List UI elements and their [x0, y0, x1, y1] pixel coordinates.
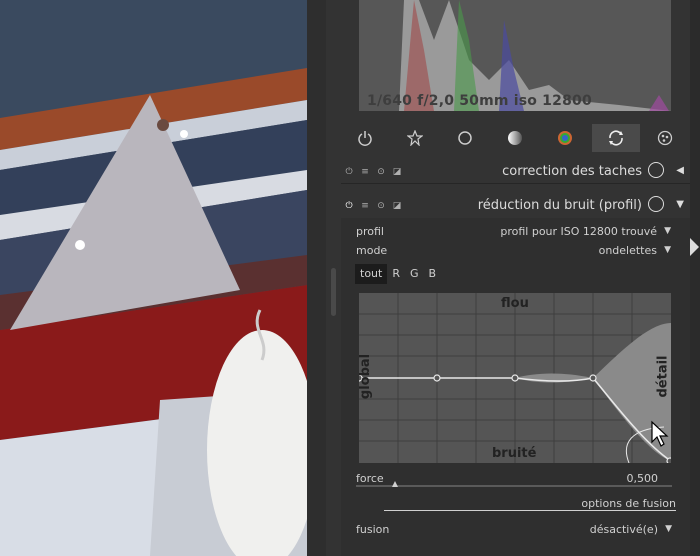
histogram: 1/640 f/2,0 50mm iso 12800 [359, 0, 671, 111]
presets-icon[interactable]: ◪ [391, 166, 403, 178]
mode-combobox[interactable]: mode ondelettes ▼ [356, 244, 671, 260]
force-slider[interactable]: force 0,500 [356, 472, 672, 490]
force-slider-track[interactable] [356, 485, 672, 487]
dropdown-arrow-icon: ▼ [664, 245, 671, 255]
dropdown-arrow-icon: ▼ [664, 226, 671, 236]
mouse-cursor-icon [650, 420, 670, 454]
graph-label-right: détail [655, 355, 671, 398]
scrollbar-handle[interactable] [331, 268, 336, 316]
collapse-arrow-icon[interactable]: ◀ [676, 165, 684, 176]
power-icon[interactable]: ⏻ [343, 166, 355, 178]
force-value: 0,500 [626, 472, 659, 485]
module-title: réduction du bruit (profil) [477, 198, 642, 213]
effect-group[interactable] [641, 124, 689, 152]
correct-icon [609, 130, 623, 146]
blend-options-divider [384, 510, 676, 511]
fusion-combobox[interactable]: fusion désactivé(e) ▼ [356, 523, 672, 539]
color-group[interactable] [541, 124, 589, 152]
tab-g[interactable]: G [405, 264, 424, 284]
circle-icon [458, 131, 472, 145]
tone-icon [508, 131, 522, 145]
presets-icon[interactable]: ◪ [391, 200, 403, 212]
tab-r[interactable]: R [387, 264, 405, 284]
base-group[interactable] [441, 124, 489, 152]
exif-info: 1/640 f/2,0 50mm iso 12800 [367, 93, 592, 109]
channel-tabs: tout R G B [355, 264, 441, 284]
graph-label-bottom: bruité [492, 446, 537, 461]
color-icon [558, 131, 572, 145]
right-border-strip [690, 0, 700, 556]
menu-icon[interactable]: ≡ [359, 200, 371, 212]
wavelet-curve-graph[interactable]: flou bruité global détail [358, 293, 671, 463]
graph-label-top: flou [501, 296, 529, 311]
favorites-group[interactable] [391, 124, 439, 152]
tone-group[interactable] [491, 124, 539, 152]
power-icon [358, 131, 372, 146]
module-header-denoise[interactable]: ⏻ ≡ ⊙ ◪ réduction du bruit (profil) ▼ [341, 191, 690, 221]
effect-icon [657, 130, 673, 146]
force-slider-marker[interactable] [392, 481, 398, 487]
tab-tout[interactable]: tout [355, 264, 388, 284]
reset-icon[interactable]: ⊙ [375, 166, 387, 178]
mask-icon[interactable] [648, 162, 664, 178]
expand-arrow-icon[interactable]: ▼ [676, 199, 684, 210]
dropdown-arrow-icon: ▼ [665, 524, 672, 534]
image-preview[interactable] [0, 0, 307, 556]
tab-b[interactable]: B [424, 264, 442, 284]
blend-options-header: options de fusion [581, 497, 676, 510]
profil-combobox[interactable]: profil profil pour ISO 12800 trouvé ▼ [356, 225, 671, 241]
panel-gap [307, 0, 326, 556]
correct-group[interactable] [592, 124, 640, 152]
active-modules-group[interactable] [341, 124, 389, 152]
mask-icon[interactable] [648, 196, 664, 212]
module-title: correction des taches [502, 164, 642, 179]
module-group-bar [341, 124, 690, 154]
star-icon [407, 130, 423, 146]
collapse-panel-arrow-icon[interactable] [690, 238, 699, 256]
reset-icon[interactable]: ⊙ [375, 200, 387, 212]
power-icon[interactable]: ⏻ [343, 200, 355, 212]
force-label: force [356, 472, 384, 485]
graph-label-left: global [358, 353, 374, 400]
divider [341, 183, 690, 184]
menu-icon[interactable]: ≡ [359, 166, 371, 178]
